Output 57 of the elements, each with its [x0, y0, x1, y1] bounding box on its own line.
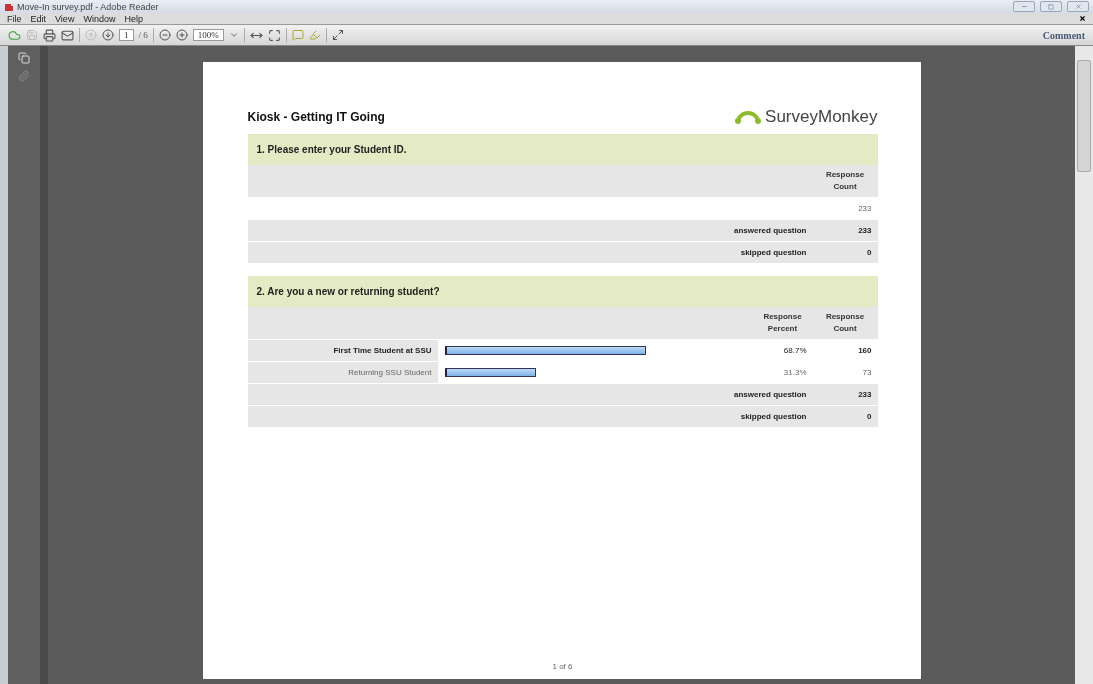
summary-label: answered question: [733, 390, 808, 399]
count-cell-text: 233: [857, 204, 873, 213]
comment-link[interactable]: Comment: [1042, 29, 1085, 41]
menu-item[interactable]: Window: [83, 13, 116, 24]
logo-icon: [735, 110, 762, 124]
menu-item[interactable]: View: [55, 13, 75, 24]
answer-label: First Time Student at SSU: [332, 346, 433, 355]
close-icon: [1074, 3, 1082, 10]
attachment-icon[interactable]: [18, 70, 30, 82]
mail-icon[interactable]: [61, 28, 74, 42]
pages-icon[interactable]: [18, 52, 30, 64]
window-title: Move-In survey.pdf - Adobe Reader: [17, 1, 160, 12]
highlighter-icon[interactable]: [308, 29, 321, 41]
percent-cell-text: 68.7%: [782, 346, 808, 355]
comment-icon[interactable]: [291, 29, 304, 41]
scroll-thumb[interactable]: [1077, 60, 1091, 172]
question-title: 2. Are you a new or returning student?: [247, 276, 878, 307]
zoom-field[interactable]: 100%: [192, 29, 224, 41]
fit-page-icon[interactable]: [267, 28, 281, 42]
next-page-icon[interactable]: [102, 29, 114, 41]
document-title: Kiosk - Getting IT Going: [247, 110, 385, 124]
summary-label: answered question: [733, 226, 808, 235]
column-header: Response Percent: [762, 311, 803, 335]
page-footer: 1 of 6: [552, 662, 573, 671]
zoom-out-icon[interactable]: [158, 29, 171, 41]
column-header: Response Count: [824, 311, 866, 335]
minimize-icon: [1020, 3, 1028, 10]
count-cell-text: 160: [857, 346, 873, 355]
zoom-in-icon[interactable]: [175, 29, 188, 41]
previous-page-icon[interactable]: [85, 29, 97, 41]
summary-value: 0: [866, 412, 873, 421]
menu-item[interactable]: File: [7, 13, 22, 24]
dropdown-icon[interactable]: [228, 30, 239, 40]
close-document-icon[interactable]: [1079, 15, 1086, 22]
column-header: Response Count: [824, 169, 866, 193]
expand-icon[interactable]: [331, 29, 344, 41]
print-icon[interactable]: [43, 28, 56, 42]
page-number-field[interactable]: 1: [119, 29, 134, 41]
logo-text: SurveyMonkey: [765, 107, 878, 127]
menu-item[interactable]: Help: [124, 13, 143, 24]
answer-label: Returning SSU Student: [347, 368, 433, 377]
summary-value: 233: [857, 226, 873, 235]
summary-label: skipped question: [739, 412, 808, 421]
maximize-button[interactable]: [1040, 1, 1062, 12]
menu-item[interactable]: Edit: [30, 13, 47, 24]
summary-value: 233: [857, 390, 873, 399]
count-cell-text: 73: [861, 368, 873, 377]
cloud-icon[interactable]: [8, 28, 21, 42]
percent-cell-text: 31.3%: [782, 368, 808, 377]
save-icon[interactable]: [26, 29, 38, 41]
question-title: 1. Please enter your Student ID.: [247, 134, 878, 165]
page-total: / 6: [138, 30, 148, 40]
minimize-button[interactable]: [1013, 1, 1035, 12]
summary-label: skipped question: [739, 248, 808, 257]
maximize-icon: [1048, 3, 1054, 10]
pdf-icon: [4, 1, 14, 12]
summary-value: 0: [866, 248, 873, 257]
